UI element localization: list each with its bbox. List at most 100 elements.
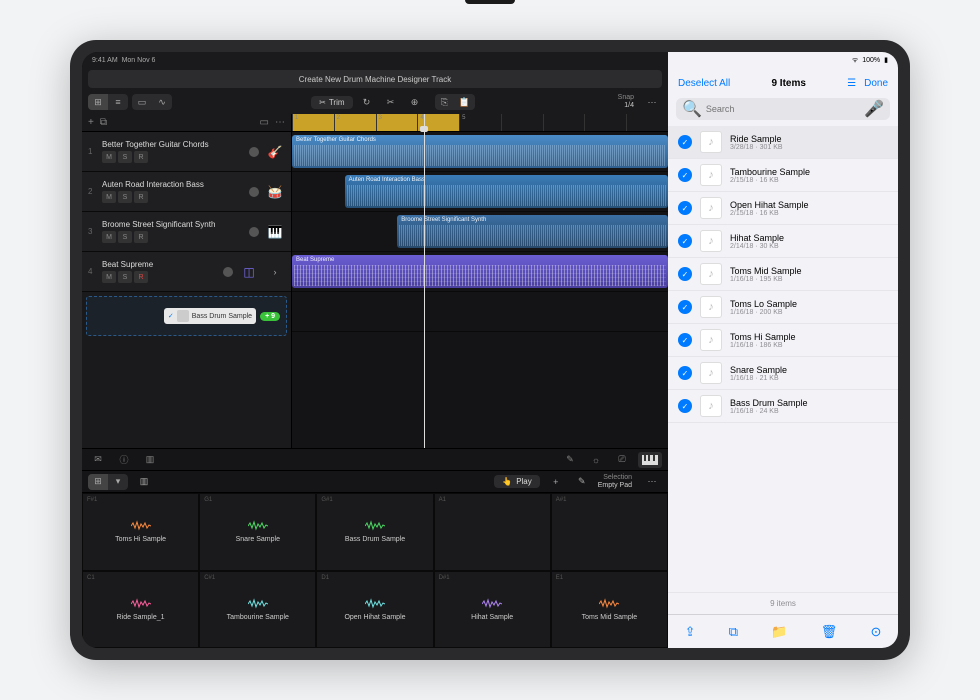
share-icon[interactable]: ⇪	[685, 624, 696, 640]
drum-pad[interactable]: G1 Snare Sample	[199, 493, 316, 571]
drum-pad[interactable]: A1	[434, 493, 551, 571]
mute-button[interactable]: M	[102, 271, 116, 283]
track-header[interactable]: 3 Broome Street Significant Synth M S R …	[82, 212, 291, 252]
add-pad-button[interactable]: +	[546, 474, 566, 490]
search-bar[interactable]: 🔍 🎤	[676, 98, 890, 120]
deselect-all-button[interactable]: Deselect All	[678, 78, 730, 89]
pad-more-button[interactable]: ⋯	[642, 474, 662, 490]
file-row[interactable]: ✓ ♪ Ride Sample 3/28/18 · 301 KB	[668, 126, 898, 159]
automation-button[interactable]: ∿	[152, 94, 172, 110]
volume-knob[interactable]	[223, 267, 233, 277]
checkbox-checked-icon[interactable]: ✓	[678, 168, 692, 182]
trash-icon[interactable]: 🗑	[821, 624, 838, 640]
track-header[interactable]: 4 Beat Supreme M S R ◫ ›	[82, 252, 291, 292]
playhead[interactable]	[424, 114, 425, 448]
file-row[interactable]: ✓ ♪ Hihat Sample 2/14/18 · 30 KB	[668, 225, 898, 258]
volume-knob[interactable]	[249, 147, 259, 157]
drum-pad[interactable]: D#1 Hihat Sample	[434, 571, 551, 649]
ruler-bar[interactable]: 1	[292, 114, 334, 131]
keyboard-button[interactable]	[638, 452, 662, 468]
volume-knob[interactable]	[249, 227, 259, 237]
pencil-icon[interactable]: ✎	[560, 452, 580, 468]
timeline-ruler[interactable]: 12345	[292, 114, 668, 132]
more-button[interactable]: ⋯	[642, 94, 662, 110]
file-list[interactable]: ✓ ♪ Ride Sample 3/28/18 · 301 KB ✓ ♪ Tam…	[668, 126, 898, 592]
done-button[interactable]: Done	[864, 78, 888, 89]
mute-button[interactable]: M	[102, 191, 116, 203]
drum-pad[interactable]: A#1	[551, 493, 668, 571]
checkbox-checked-icon[interactable]: ✓	[678, 201, 692, 215]
add-track-button[interactable]: +	[88, 117, 94, 128]
snap-indicator[interactable]: Snap 1/4	[614, 94, 638, 109]
ruler-bar[interactable]: 2	[334, 114, 376, 131]
paste-button[interactable]: 📋	[455, 94, 475, 110]
more-tracks-button[interactable]: ⋯	[275, 117, 285, 128]
duplicate-track-button[interactable]: ⧉	[100, 117, 107, 128]
track-header[interactable]: 2 Auten Road Interaction Bass M S R 🥁	[82, 172, 291, 212]
ruler-bar[interactable]	[584, 114, 626, 131]
drum-pad[interactable]: G#1 Bass Drum Sample	[316, 493, 433, 571]
drop-zone[interactable]: ✓ Bass Drum Sample + 9	[86, 296, 287, 336]
file-row[interactable]: ✓ ♪ Toms Hi Sample 1/16/18 · 186 KB	[668, 324, 898, 357]
play-button[interactable]: 👆Play	[494, 475, 540, 488]
ruler-bar[interactable]	[501, 114, 543, 131]
volume-knob[interactable]	[249, 187, 259, 197]
cut-button[interactable]: ✂	[381, 94, 401, 110]
file-row[interactable]: ✓ ♪ Open Hihat Sample 2/15/18 · 16 KB	[668, 192, 898, 225]
join-button[interactable]: ⊕	[405, 94, 425, 110]
mute-button[interactable]: M	[102, 231, 116, 243]
search-input[interactable]	[706, 104, 860, 114]
copy-button[interactable]: ⎘	[435, 94, 455, 110]
drum-pad[interactable]: C1 Ride Sample_1	[82, 571, 199, 649]
more-icon[interactable]: ⊙	[870, 624, 881, 640]
view-list-button[interactable]: ≡	[108, 94, 128, 110]
checkbox-checked-icon[interactable]: ✓	[678, 366, 692, 380]
checkbox-checked-icon[interactable]: ✓	[678, 300, 692, 314]
info-icon[interactable]: ⓘ	[114, 452, 134, 468]
edit-pad-button[interactable]: ✎	[572, 474, 592, 490]
pad-grid-button[interactable]: ⊞	[88, 474, 108, 490]
file-row[interactable]: ✓ ♪ Toms Lo Sample 1/16/18 · 200 KB	[668, 291, 898, 324]
drum-pad[interactable]: F#1 Toms Hi Sample	[82, 493, 199, 571]
pad-library-button[interactable]: ▥	[134, 474, 154, 490]
checkbox-checked-icon[interactable]: ✓	[678, 135, 692, 149]
library-icon[interactable]: ▥	[140, 452, 160, 468]
loop-button[interactable]: ↻	[357, 94, 377, 110]
folder-icon[interactable]: 📁	[771, 624, 787, 640]
expand-track-button[interactable]: ›	[265, 264, 285, 280]
record-button[interactable]: R	[134, 271, 148, 283]
ruler-bar[interactable]	[543, 114, 585, 131]
solo-button[interactable]: S	[118, 151, 132, 163]
record-button[interactable]: R	[134, 231, 148, 243]
list-view-icon[interactable]: ☰	[847, 78, 856, 89]
solo-button[interactable]: S	[118, 231, 132, 243]
pad-list-button[interactable]: ▾	[108, 474, 128, 490]
ruler-bar[interactable]	[626, 114, 668, 131]
ruler-bar[interactable]: 5	[459, 114, 501, 131]
inbox-icon[interactable]: ✉	[88, 452, 108, 468]
view-grid-button[interactable]: ⊞	[88, 94, 108, 110]
file-row[interactable]: ✓ ♪ Tambourine Sample 2/15/18 · 16 KB	[668, 159, 898, 192]
duplicate-icon[interactable]: ⧉	[729, 624, 738, 640]
sliders-icon[interactable]: ⎚	[612, 452, 632, 468]
drum-pad[interactable]: E1 Toms Mid Sample	[551, 571, 668, 649]
checkbox-checked-icon[interactable]: ✓	[678, 399, 692, 413]
file-row[interactable]: ✓ ♪ Snare Sample 1/16/18 · 21 KB	[668, 357, 898, 390]
mute-button[interactable]: M	[102, 151, 116, 163]
solo-button[interactable]: S	[118, 271, 132, 283]
brightness-icon[interactable]: ☼	[586, 452, 606, 468]
track-header[interactable]: 1 Better Together Guitar Chords M S R 🎸	[82, 132, 291, 172]
region-view-button[interactable]: ▭	[132, 94, 152, 110]
mic-icon[interactable]: 🎤	[864, 99, 884, 119]
checkbox-checked-icon[interactable]: ✓	[678, 234, 692, 248]
file-row[interactable]: ✓ ♪ Toms Mid Sample 1/16/18 · 195 KB	[668, 258, 898, 291]
solo-button[interactable]: S	[118, 191, 132, 203]
record-button[interactable]: R	[134, 151, 148, 163]
checkbox-checked-icon[interactable]: ✓	[678, 267, 692, 281]
file-row[interactable]: ✓ ♪ Bass Drum Sample 1/16/18 · 24 KB	[668, 390, 898, 423]
collapse-button[interactable]: ▭	[260, 117, 269, 128]
checkbox-checked-icon[interactable]: ✓	[678, 333, 692, 347]
record-button[interactable]: R	[134, 191, 148, 203]
ruler-bar[interactable]: 3	[376, 114, 418, 131]
trim-tool-button[interactable]: ✂Trim	[311, 96, 352, 109]
